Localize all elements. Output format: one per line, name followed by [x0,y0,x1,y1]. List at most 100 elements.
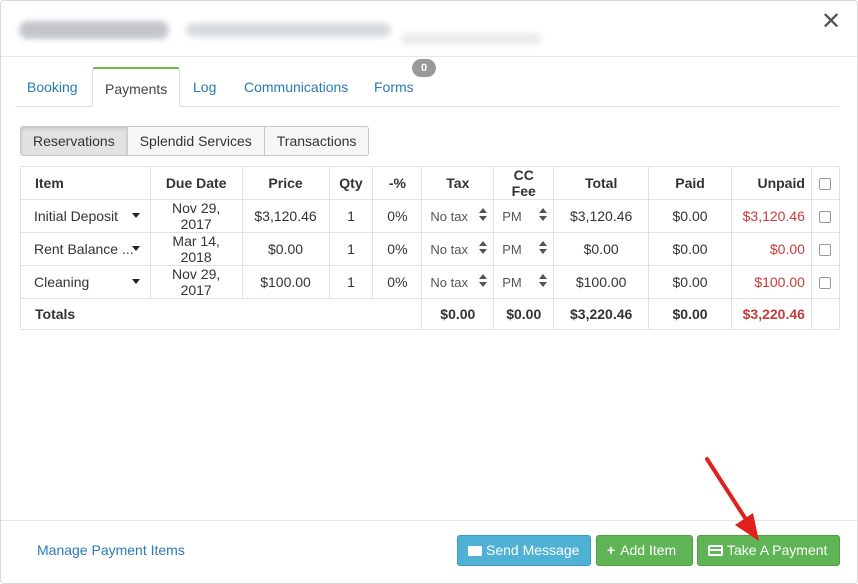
price[interactable]: $3,120.46 [241,199,330,233]
take-payment-button[interactable]: Take A Payment [697,535,840,566]
table-row: Initial Deposit Nov 29, 2017 $3,120.46 1… [20,199,841,233]
tax-value: No tax [430,208,468,224]
due-date[interactable]: Nov 29, 2017 [149,199,243,233]
due-date[interactable]: Nov 29, 2017 [149,265,243,299]
row-select-cell [810,199,841,233]
item-name: Rent Balance ... [34,241,134,257]
reservation-subtabs: Reservations Splendid Services Transacti… [20,126,370,156]
row-select-cell [810,232,841,266]
header-price: Price [241,166,330,200]
modal-header: ✕ [1,1,857,57]
unpaid: $0.00 [730,232,812,266]
subtab-splendid-services[interactable]: Splendid Services [127,127,265,155]
totals-unpaid: $3,220.46 [730,298,812,330]
cc-fee-select[interactable]: PM [493,232,555,266]
cc-fee-value: PM [502,241,522,257]
header-total: Total [553,166,650,200]
add-item-button[interactable]: + Add Item [596,535,693,566]
item-name: Initial Deposit [34,208,119,224]
add-item-label: Add Item [620,542,677,558]
totals-paid: $0.00 [648,298,732,330]
paid: $0.00 [648,265,732,299]
updown-icon [479,274,488,288]
updown-icon [479,208,488,222]
table-header-row: Item Due Date Price Qty -% Tax CC Fee To… [20,166,841,200]
discount[interactable]: 0% [372,265,423,299]
cc-fee-select[interactable]: PM [493,265,555,299]
subtab-reservations[interactable]: Reservations [21,127,128,155]
modal-footer: Manage Payment Items Send Message + Add I… [1,520,857,583]
totals-tax: $0.00 [421,298,495,330]
discount[interactable]: 0% [372,199,423,233]
cc-fee-select[interactable]: PM [493,199,555,233]
item-select[interactable]: Initial Deposit [20,199,151,233]
header-select-all [810,166,841,200]
caret-down-icon [131,213,140,218]
select-all-checkbox[interactable] [819,178,832,191]
header-discount: -% [372,166,423,200]
tab-log[interactable]: Log [181,67,228,107]
item-select[interactable]: Cleaning [20,265,151,299]
qty[interactable]: 1 [328,199,374,233]
row-select-cell [810,265,841,299]
row-checkbox[interactable] [819,244,832,257]
send-message-label: Send Message [486,542,580,558]
totals-empty-cell [810,298,841,330]
unpaid: $3,120.46 [730,199,812,233]
payments-modal: ✕ Booking Payments Log Communications Fo… [0,0,858,584]
send-message-button[interactable]: Send Message [457,535,591,566]
price[interactable]: $0.00 [241,232,330,266]
tax-select[interactable]: No tax [421,265,495,299]
item-select[interactable]: Rent Balance ... [20,232,151,266]
price[interactable]: $100.00 [241,265,330,299]
plus-icon: + [607,542,616,558]
tab-payments[interactable]: Payments [92,67,181,107]
header-due-date: Due Date [149,166,243,200]
totals-total: $3,220.46 [553,298,650,330]
redacted-guest-name [19,21,169,39]
total: $0.00 [553,232,650,266]
caret-down-icon [131,279,140,284]
totals-cc-fee: $0.00 [493,298,555,330]
take-payment-label: Take A Payment [727,542,828,558]
updown-icon [539,274,548,288]
close-icon[interactable]: ✕ [819,9,843,35]
row-checkbox[interactable] [819,211,832,224]
updown-icon [479,241,488,255]
header-qty: Qty [328,166,374,200]
qty[interactable]: 1 [328,232,374,266]
item-name: Cleaning [34,274,90,290]
subtab-transactions[interactable]: Transactions [264,127,369,155]
qty[interactable]: 1 [328,265,374,299]
header-paid: Paid [648,166,732,200]
total: $3,120.46 [553,199,650,233]
total: $100.00 [553,265,650,299]
due-date[interactable]: Mar 14, 2018 [149,232,243,266]
discount[interactable]: 0% [372,232,423,266]
redacted-booking-dates [401,33,541,45]
forms-count-badge: 0 [412,59,436,77]
table-row: Cleaning Nov 29, 2017 $100.00 1 0% No ta… [20,265,841,299]
tax-value: No tax [430,241,468,257]
cc-fee-value: PM [502,274,522,290]
cc-fee-value: PM [502,208,522,224]
totals-row: Totals $0.00 $0.00 $3,220.46 $0.00 $3,22… [19,298,841,330]
payment-items-table: Item Due Date Price Qty -% Tax CC Fee To… [19,166,841,330]
paid: $0.00 [648,232,732,266]
totals-label: Totals [19,298,423,330]
tax-select[interactable]: No tax [421,199,495,233]
header-item: Item [20,166,151,200]
unpaid: $100.00 [730,265,812,299]
updown-icon [539,208,548,222]
header-tax: Tax [421,166,495,200]
tax-value: No tax [430,274,468,290]
table-row: Rent Balance ... Mar 14, 2018 $0.00 1 0%… [20,232,841,266]
caret-down-icon [131,246,140,251]
tab-booking[interactable]: Booking [15,67,90,107]
tax-select[interactable]: No tax [421,232,495,266]
header-unpaid: Unpaid [730,166,812,200]
row-checkbox[interactable] [819,277,832,290]
redacted-booking-info [186,23,391,37]
manage-payment-items-link[interactable]: Manage Payment Items [37,542,185,558]
tab-communications[interactable]: Communications [232,67,360,107]
